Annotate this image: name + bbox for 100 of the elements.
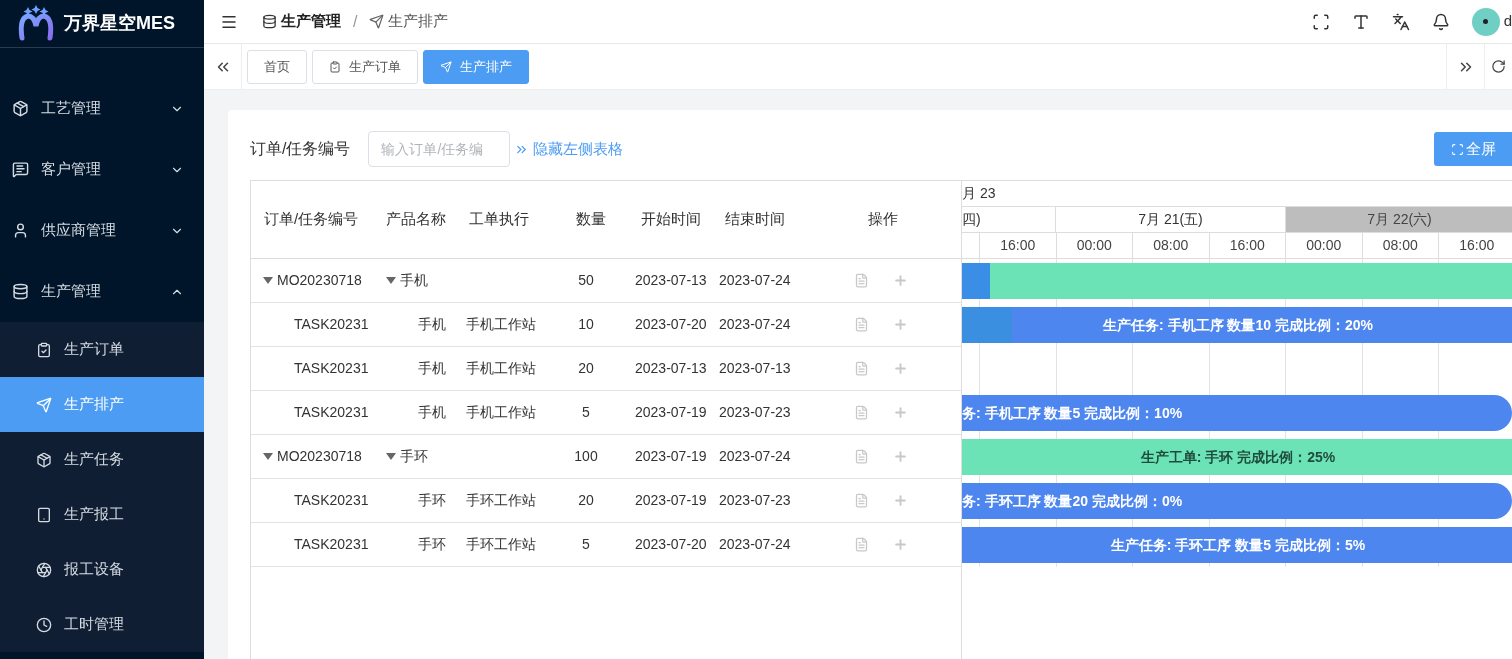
day-header: 四) <box>962 207 1056 232</box>
table-cell-text: 手机工作站 <box>466 315 536 334</box>
bar-label: 务: 手环工序 数量20 完成比例：0% <box>962 491 1183 511</box>
hour-header: 16:00 <box>1209 233 1286 258</box>
table-cell-text: 2023-07-20 <box>635 315 707 334</box>
refresh-icon <box>1491 59 1506 74</box>
table-cell-text: 2023-07-13 <box>635 359 707 378</box>
table-cell-text: 5 <box>582 535 590 554</box>
add-icon[interactable] <box>893 273 908 288</box>
table-cell-text: 2023-07-24 <box>719 535 791 554</box>
breadcrumb-item[interactable]: 生产管理 <box>281 10 341 33</box>
sidebar-item[interactable]: 工艺管理 <box>0 78 204 139</box>
table-cell-text: 2023-07-23 <box>719 403 791 422</box>
table-cell-text: 50 <box>578 271 594 290</box>
sidebar-subitem[interactable]: 生产报工 <box>0 487 204 542</box>
table-cell-text: 手机 <box>400 271 428 290</box>
caret-icon[interactable] <box>263 276 273 285</box>
tab[interactable]: 首页 <box>247 49 307 84</box>
add-icon[interactable] <box>893 493 908 508</box>
hour-header: 16:00 <box>1439 233 1512 258</box>
table-cell-text: 5 <box>582 403 590 422</box>
detail-icon[interactable] <box>854 405 869 420</box>
breadcrumb-icon <box>262 14 277 29</box>
caret-icon[interactable] <box>386 276 396 285</box>
bar-label: 生产任务: 手机工序 数量10 完成比例：20% <box>1103 315 1373 335</box>
tab-icon <box>329 60 341 73</box>
breadcrumb-separator: / <box>353 11 358 32</box>
add-icon[interactable] <box>893 537 908 552</box>
table-cell-text: 2023-07-24 <box>719 271 791 290</box>
tab[interactable]: 生产订单 <box>312 49 418 84</box>
gantt-bar[interactable]: 务: 手机工序 数量5 完成比例：10% <box>962 395 1512 431</box>
table-cell-text: TASK20231 <box>294 403 369 422</box>
hour-header: 00:00 <box>1286 233 1363 258</box>
gantt-bar[interactable]: 生产任务: 手环工序 数量5 完成比例：5% <box>962 527 1512 563</box>
table-cell-text: 2023-07-19 <box>635 447 707 466</box>
translate-icon[interactable] <box>1391 12 1410 31</box>
column-header: 订单/任务编号 <box>264 209 359 230</box>
add-icon[interactable] <box>893 405 908 420</box>
add-icon[interactable] <box>893 361 908 376</box>
table-cell-text: TASK20231 <box>294 359 369 378</box>
sidebar-subitem[interactable]: 生产任务 <box>0 432 204 487</box>
search-field[interactable]: 输入订单/任务编 <box>368 131 511 167</box>
table-cell-text: TASK20231 <box>294 315 369 334</box>
table-cell-text: 手环工作站 <box>466 535 536 554</box>
sidebar-item[interactable]: 客户管理 <box>0 139 204 200</box>
sidebar-subitem[interactable]: 报工设备 <box>0 542 204 597</box>
table-cell-text: 2023-07-19 <box>635 491 707 510</box>
bar-label: 生产工单: 手环 完成比例：25% <box>1140 447 1336 467</box>
gantt-bar[interactable] <box>962 263 1512 299</box>
hour-header: 08:00 <box>1133 233 1210 258</box>
gantt-bar[interactable]: 生产任务: 手机工序 数量10 完成比例：20% <box>962 307 1512 343</box>
add-icon[interactable] <box>893 317 908 332</box>
gantt-bar[interactable]: 务: 手环工序 数量20 完成比例：0% <box>962 483 1512 519</box>
column-header: 结束时间 <box>725 209 785 230</box>
table-cell-text: 2023-07-20 <box>635 535 707 554</box>
table-cell-text: 2023-07-23 <box>719 491 791 510</box>
column-header: 工单执行 <box>469 209 529 230</box>
detail-icon[interactable] <box>854 449 869 464</box>
table-cell-text: 手机 <box>418 359 446 378</box>
detail-icon[interactable] <box>854 273 869 288</box>
app-name: 万界星空MES <box>64 12 175 35</box>
user-name[interactable]: d <box>1503 10 1512 33</box>
sidebar-item[interactable]: 生产管理 <box>0 261 204 322</box>
fullscreen-icon[interactable] <box>1311 12 1330 31</box>
detail-icon[interactable] <box>854 317 869 332</box>
table-cell-text: 手环 <box>418 491 446 510</box>
day-header: 7月 22(六) <box>1286 207 1512 232</box>
caret-icon[interactable] <box>386 452 396 461</box>
table-cell-text: 20 <box>578 491 594 510</box>
avatar[interactable] <box>1471 7 1500 36</box>
breadcrumb-item: 生产排产 <box>388 11 449 32</box>
detail-icon[interactable] <box>854 493 869 508</box>
table-cell-text: 手机工作站 <box>466 403 536 422</box>
add-icon[interactable] <box>893 449 908 464</box>
gantt-bar[interactable]: 生产工单: 手环 完成比例：25% <box>962 439 1512 475</box>
bell-icon[interactable] <box>1431 12 1450 31</box>
detail-icon[interactable] <box>854 537 869 552</box>
detail-icon[interactable] <box>854 361 869 376</box>
sidebar-subitem[interactable]: 工时管理 <box>0 597 204 652</box>
table-cell-text: 手机工作站 <box>466 359 536 378</box>
caret-icon[interactable] <box>263 452 273 461</box>
hour-header: 16:00 <box>980 233 1057 258</box>
bar-label: 务: 手机工序 数量5 完成比例：10% <box>962 403 1183 423</box>
table-cell-text: 2023-07-13 <box>635 271 707 290</box>
table-cell-text: 手机 <box>418 403 446 422</box>
table-cell-text: 10 <box>578 315 594 334</box>
sidebar-item[interactable]: 供应商管理 <box>0 200 204 261</box>
sidebar-subitem[interactable]: 生产订单 <box>0 322 204 377</box>
table-cell-text: 2023-07-13 <box>719 359 791 378</box>
table-cell-text: 2023-07-24 <box>719 447 791 466</box>
column-header: 开始时间 <box>641 209 701 230</box>
table-cell-text: 100 <box>574 447 598 466</box>
table-cell-text: 手环 <box>418 535 446 554</box>
table-cell-text: 2023-07-19 <box>635 403 707 422</box>
font-size-icon[interactable] <box>1351 12 1370 31</box>
fullscreen-icon <box>1450 142 1464 156</box>
table-cell-text: 手环 <box>400 447 428 466</box>
hour-header: 00:00 <box>1056 233 1133 258</box>
table-cell-text: 手机 <box>418 315 446 334</box>
table-cell-text: 20 <box>578 359 594 378</box>
